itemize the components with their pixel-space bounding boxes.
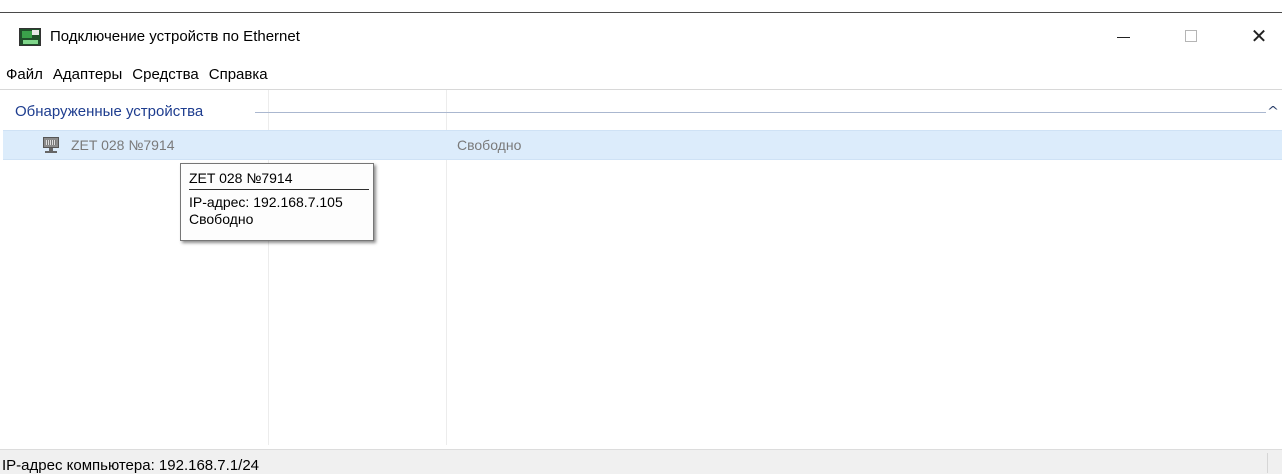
ethernet-board-icon — [19, 28, 41, 46]
collapse-chevron-icon[interactable]: ^ — [1267, 104, 1279, 118]
menu-file[interactable]: Файл — [2, 66, 49, 83]
title-bar[interactable]: Подключение устройств по Ethernet ✕ — [0, 13, 1282, 59]
minimize-icon — [1116, 36, 1130, 38]
maximize-icon — [1185, 30, 1197, 42]
maximize-button[interactable] — [1168, 13, 1214, 59]
menu-help[interactable]: Справка — [205, 66, 274, 83]
minimize-button[interactable] — [1100, 13, 1146, 59]
network-device-icon — [43, 137, 59, 154]
tooltip-divider — [189, 189, 369, 190]
menu-tools[interactable]: Средства — [128, 66, 204, 83]
menu-bar: Файл Адаптеры Средства Справка — [0, 59, 1282, 89]
device-status: Свободно — [457, 137, 522, 153]
window-title: Подключение устройств по Ethernet — [50, 28, 300, 45]
group-divider — [255, 112, 1266, 113]
menu-adapters[interactable]: Адаптеры — [49, 66, 128, 83]
close-button[interactable]: ✕ — [1236, 13, 1282, 59]
close-icon: ✕ — [1250, 24, 1268, 48]
group-label: Обнаруженные устройства — [15, 103, 210, 120]
computer-ip-status: IP-адрес компьютера: 192.168.7.1/24 — [2, 457, 260, 474]
status-bar: IP-адрес компьютера: 192.168.7.1/24 — [0, 449, 1282, 474]
tooltip-title: ZET 028 №7914 — [189, 170, 293, 186]
device-tooltip: ZET 028 №7914 IP-адрес: 192.168.7.105 Св… — [180, 163, 374, 241]
device-name: ZET 028 №7914 — [71, 137, 175, 153]
device-row[interactable]: ZET 028 №7914 Свободно — [3, 130, 1282, 160]
device-list-view[interactable]: Обнаруженные устройства ^ ZET 028 №7914 … — [0, 90, 1282, 445]
app-window: Подключение устройств по Ethernet ✕ Файл… — [0, 0, 1282, 474]
tooltip-status: Свободно — [189, 211, 254, 227]
status-separator — [1267, 453, 1268, 473]
tooltip-ip: IP-адрес: 192.168.7.105 — [189, 194, 343, 210]
device-group-header[interactable]: Обнаруженные устройства ^ — [0, 102, 1282, 124]
